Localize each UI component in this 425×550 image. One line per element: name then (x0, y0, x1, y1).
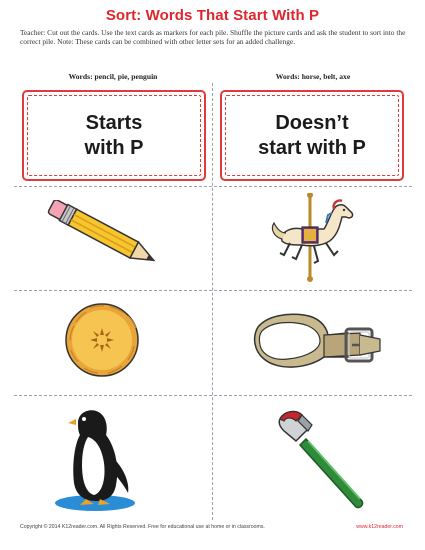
carousel-horse-icon[interactable] (262, 193, 362, 283)
horizontal-cut-line (14, 395, 412, 396)
starts-with-p-card[interactable]: Starts with P (22, 90, 206, 181)
horizontal-cut-line (14, 290, 412, 291)
copyright-footer: Copyright © 2014 K12reader.com. All Righ… (20, 524, 265, 530)
belt-icon[interactable] (248, 305, 388, 380)
site-link[interactable]: www.k12reader.com (356, 524, 403, 530)
horizontal-cut-line (14, 186, 412, 187)
axe-icon[interactable] (262, 405, 372, 513)
vertical-cut-line (212, 83, 213, 520)
card-label-line: Doesn’t (275, 111, 349, 134)
teacher-instructions: Teacher: Cut out the cards. Use the text… (20, 28, 406, 47)
card-label-line: Starts (85, 111, 143, 134)
left-column-header: Words: pencil, pie, penguin (68, 72, 158, 81)
pie-icon[interactable] (62, 300, 142, 380)
pencil-icon[interactable] (36, 200, 176, 270)
doesnt-start-with-p-card[interactable]: Doesn’t start with P (220, 90, 404, 181)
penguin-icon[interactable] (50, 405, 140, 513)
right-column-header: Words: horse, belt, axe (275, 72, 351, 81)
card-label-line: with P (84, 136, 144, 159)
card-label-line: start with P (258, 136, 366, 159)
worksheet-title: Sort: Words That Start With P (105, 7, 320, 24)
